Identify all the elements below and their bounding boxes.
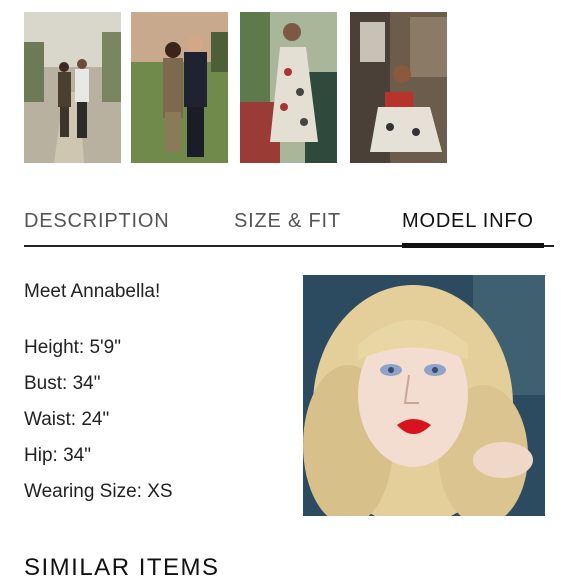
- tab-model-info[interactable]: MODEL INFO: [402, 210, 534, 233]
- thumbnail-woman-stairs[interactable]: [350, 12, 447, 163]
- model-wearing-size: Wearing Size: XS: [24, 477, 173, 513]
- waist-value: 24": [81, 409, 110, 430]
- model-hip: Hip: 34": [24, 441, 173, 477]
- model-waist: Waist: 24": [24, 405, 173, 441]
- tab-size-and-fit[interactable]: SIZE & FIT: [234, 210, 341, 233]
- model-intro: Meet Annabella!: [24, 281, 161, 302]
- hip-label: Hip:: [24, 445, 58, 466]
- model-info-panel: Meet Annabella! Height: 5'9" Bust: 34" W…: [24, 281, 173, 513]
- bust-label: Bust:: [24, 373, 68, 394]
- model-bust: Bust: 34": [24, 369, 173, 405]
- similar-items-heading: SIMILAR ITEMS: [24, 554, 220, 581]
- bust-value: 34": [72, 373, 101, 394]
- model-height: Height: 5'9": [24, 333, 173, 369]
- waist-label: Waist:: [24, 409, 77, 430]
- model-portrait: [303, 275, 545, 516]
- hip-value: 34": [63, 445, 91, 466]
- thumbnail-woman-balcony[interactable]: [240, 12, 337, 163]
- thumbnail-couple-field[interactable]: [131, 12, 228, 163]
- height-value: 5'9": [89, 337, 121, 358]
- wearing-size-value: XS: [147, 481, 173, 502]
- thumbnail-couple-walkway[interactable]: [24, 12, 121, 163]
- product-info-tabs: DESCRIPTION SIZE & FIT MODEL INFO: [24, 200, 554, 248]
- wearing-size-label: Wearing Size:: [24, 481, 142, 502]
- height-label: Height:: [24, 337, 85, 358]
- tab-description[interactable]: DESCRIPTION: [24, 210, 169, 233]
- active-tab-indicator: [402, 243, 544, 248]
